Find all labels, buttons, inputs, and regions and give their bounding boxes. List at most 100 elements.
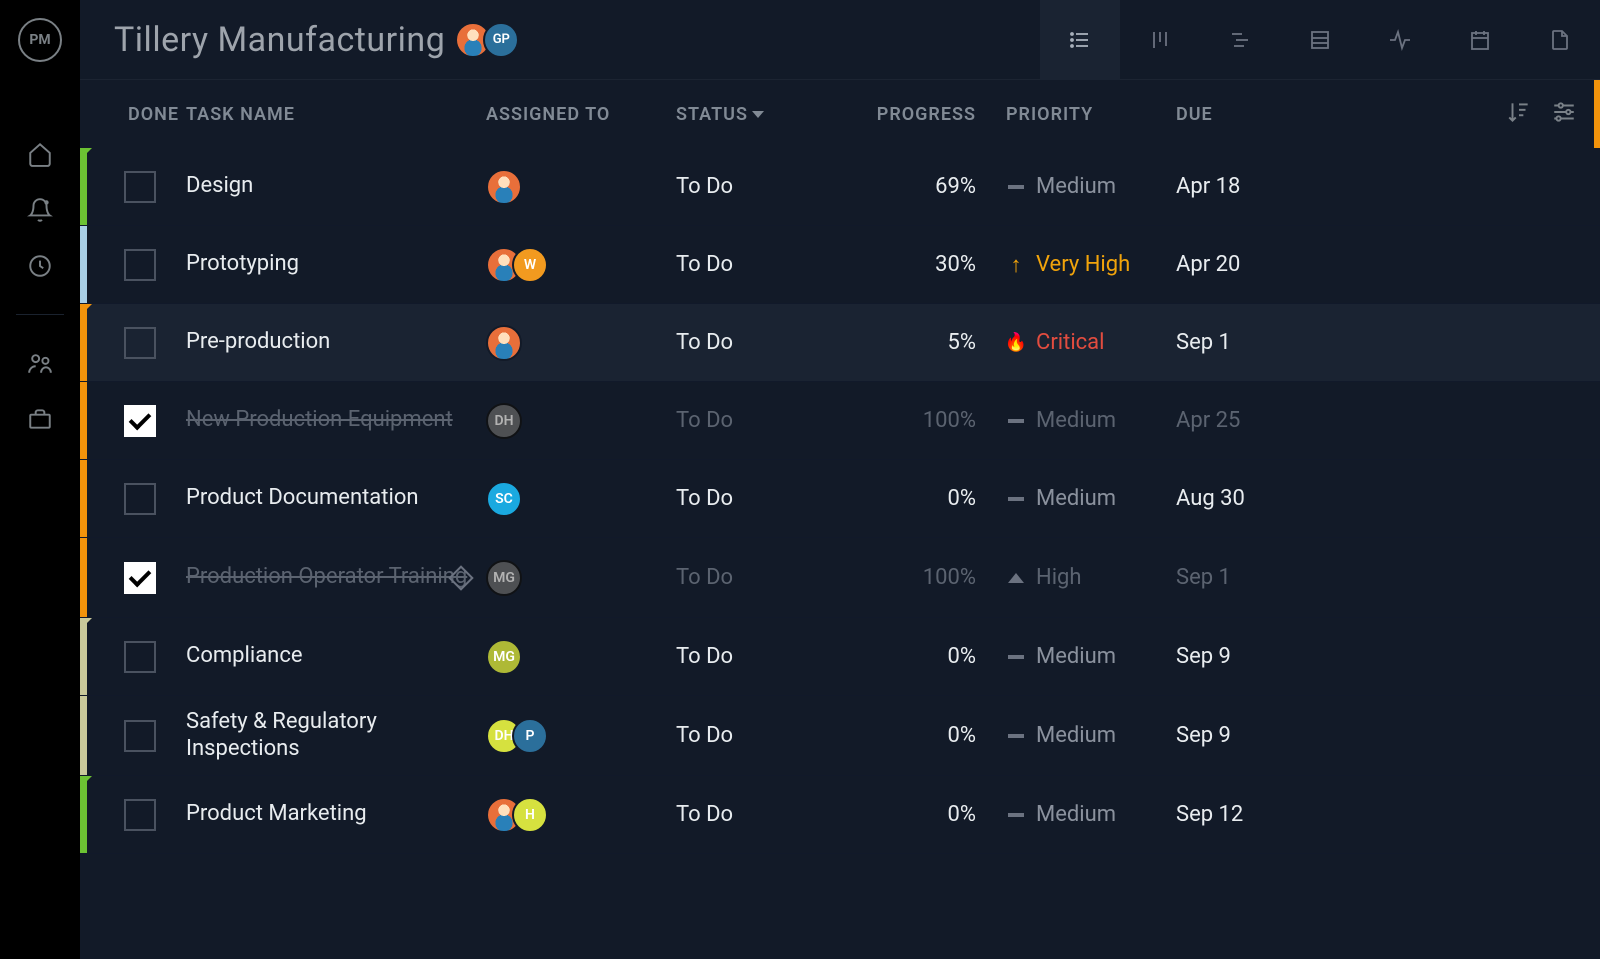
view-list-icon[interactable] <box>1040 0 1120 80</box>
done-checkbox[interactable] <box>124 720 156 752</box>
priority-value[interactable]: Critical <box>1006 330 1176 355</box>
priority-value[interactable]: Medium <box>1006 486 1176 511</box>
assigned-avatars[interactable]: H <box>486 797 676 833</box>
view-calendar-icon[interactable] <box>1440 0 1520 80</box>
task-name[interactable]: Safety & Regulatory Inspections <box>186 709 486 762</box>
view-activity-icon[interactable] <box>1360 0 1440 80</box>
due-date[interactable]: Apr 20 <box>1176 252 1326 277</box>
col-header-assigned[interactable]: ASSIGNED TO <box>486 104 676 125</box>
due-date[interactable]: Apr 18 <box>1176 174 1326 199</box>
view-file-icon[interactable] <box>1520 0 1600 80</box>
priority-icon <box>1006 655 1026 659</box>
avatar[interactable]: W <box>512 247 548 283</box>
status-value[interactable]: To Do <box>676 802 836 827</box>
priority-value[interactable]: Medium <box>1006 723 1176 748</box>
assigned-avatars[interactable] <box>486 169 676 205</box>
priority-label: Medium <box>1036 486 1116 511</box>
due-date[interactable]: Aug 30 <box>1176 486 1326 511</box>
status-value[interactable]: To Do <box>676 486 836 511</box>
due-date[interactable]: Sep 9 <box>1176 644 1326 669</box>
col-header-name[interactable]: TASK NAME <box>186 104 486 125</box>
task-name[interactable]: Prototyping <box>186 251 486 277</box>
sort-icon[interactable] <box>1506 99 1532 130</box>
avatar[interactable]: P <box>512 718 548 754</box>
view-gantt-icon[interactable] <box>1200 0 1280 80</box>
col-header-due[interactable]: DUE <box>1176 104 1326 125</box>
task-name[interactable]: Product Documentation <box>186 485 486 511</box>
notifications-icon[interactable] <box>26 196 54 224</box>
status-value[interactable]: To Do <box>676 252 836 277</box>
avatar[interactable] <box>486 169 522 205</box>
col-header-done[interactable]: DONE <box>86 104 186 125</box>
avatar[interactable] <box>486 325 522 361</box>
status-value[interactable]: To Do <box>676 174 836 199</box>
team-icon[interactable] <box>26 349 54 377</box>
app-logo[interactable]: PM <box>18 18 62 62</box>
priority-value[interactable]: Medium <box>1006 644 1176 669</box>
priority-value[interactable]: Medium <box>1006 408 1176 433</box>
avatar[interactable]: MG <box>486 639 522 675</box>
task-name[interactable]: Design <box>186 173 486 199</box>
done-checkbox[interactable] <box>124 799 156 831</box>
task-name[interactable]: Compliance <box>186 643 486 669</box>
task-row[interactable]: ComplianceMGTo Do0%MediumSep 9 <box>80 618 1600 696</box>
task-name[interactable]: New Production Equipment <box>186 407 486 433</box>
due-date[interactable]: Sep 1 <box>1176 330 1326 355</box>
due-date[interactable]: Sep 12 <box>1176 802 1326 827</box>
assigned-avatars[interactable]: MG <box>486 560 676 596</box>
col-header-progress[interactable]: PROGRESS <box>836 104 1006 125</box>
done-checkbox[interactable] <box>124 641 156 673</box>
assigned-avatars[interactable]: DHP <box>486 718 676 754</box>
status-value[interactable]: To Do <box>676 565 836 590</box>
avatar[interactable]: GP <box>483 22 519 58</box>
assigned-avatars[interactable]: SC <box>486 481 676 517</box>
avatar[interactable]: MG <box>486 560 522 596</box>
task-name[interactable]: Product Marketing <box>186 801 486 827</box>
col-header-priority[interactable]: PRIORITY <box>1006 104 1176 125</box>
assigned-avatars[interactable]: MG <box>486 639 676 675</box>
status-value[interactable]: To Do <box>676 330 836 355</box>
portfolio-icon[interactable] <box>26 405 54 433</box>
priority-value[interactable]: High <box>1006 565 1176 590</box>
project-members[interactable]: GP <box>463 22 519 58</box>
done-checkbox[interactable] <box>124 562 156 594</box>
task-name[interactable]: Pre-production <box>186 329 486 355</box>
done-checkbox[interactable] <box>124 483 156 515</box>
avatar[interactable]: DH <box>486 403 522 439</box>
col-header-status[interactable]: STATUS <box>676 104 836 125</box>
view-sheet-icon[interactable] <box>1280 0 1360 80</box>
priority-value[interactable]: Medium <box>1006 174 1176 199</box>
view-board-icon[interactable] <box>1120 0 1200 80</box>
task-row[interactable]: Product MarketingHTo Do0%MediumSep 12 <box>80 776 1600 854</box>
due-date[interactable]: Sep 9 <box>1176 723 1326 748</box>
task-name[interactable]: Production Operator Training <box>186 564 486 590</box>
status-value[interactable]: To Do <box>676 723 836 748</box>
done-checkbox[interactable] <box>124 327 156 359</box>
status-value[interactable]: To Do <box>676 644 836 669</box>
task-row[interactable]: Production Operator TrainingMGTo Do100%H… <box>80 538 1600 618</box>
priority-icon <box>1006 185 1026 189</box>
assigned-avatars[interactable]: DH <box>486 403 676 439</box>
avatar[interactable]: H <box>512 797 548 833</box>
task-row[interactable]: Safety & Regulatory InspectionsDHPTo Do0… <box>80 696 1600 776</box>
done-checkbox[interactable] <box>124 171 156 203</box>
task-row[interactable]: Pre-productionTo Do5%CriticalSep 1 <box>80 304 1600 382</box>
task-row[interactable]: New Production EquipmentDHTo Do100%Mediu… <box>80 382 1600 460</box>
task-row[interactable]: Product DocumentationSCTo Do0%MediumAug … <box>80 460 1600 538</box>
due-date[interactable]: Apr 25 <box>1176 408 1326 433</box>
task-row[interactable]: DesignTo Do69%MediumApr 18 <box>80 148 1600 226</box>
row-color-edge <box>80 460 87 537</box>
filter-icon[interactable] <box>1550 99 1578 130</box>
done-checkbox[interactable] <box>124 405 156 437</box>
avatar[interactable]: SC <box>486 481 522 517</box>
priority-value[interactable]: Medium <box>1006 802 1176 827</box>
due-date[interactable]: Sep 1 <box>1176 565 1326 590</box>
history-icon[interactable] <box>26 252 54 280</box>
task-row[interactable]: PrototypingWTo Do30%Very HighApr 20 <box>80 226 1600 304</box>
done-checkbox[interactable] <box>124 249 156 281</box>
assigned-avatars[interactable] <box>486 325 676 361</box>
assigned-avatars[interactable]: W <box>486 247 676 283</box>
home-icon[interactable] <box>26 140 54 168</box>
priority-value[interactable]: Very High <box>1006 252 1176 278</box>
status-value[interactable]: To Do <box>676 408 836 433</box>
